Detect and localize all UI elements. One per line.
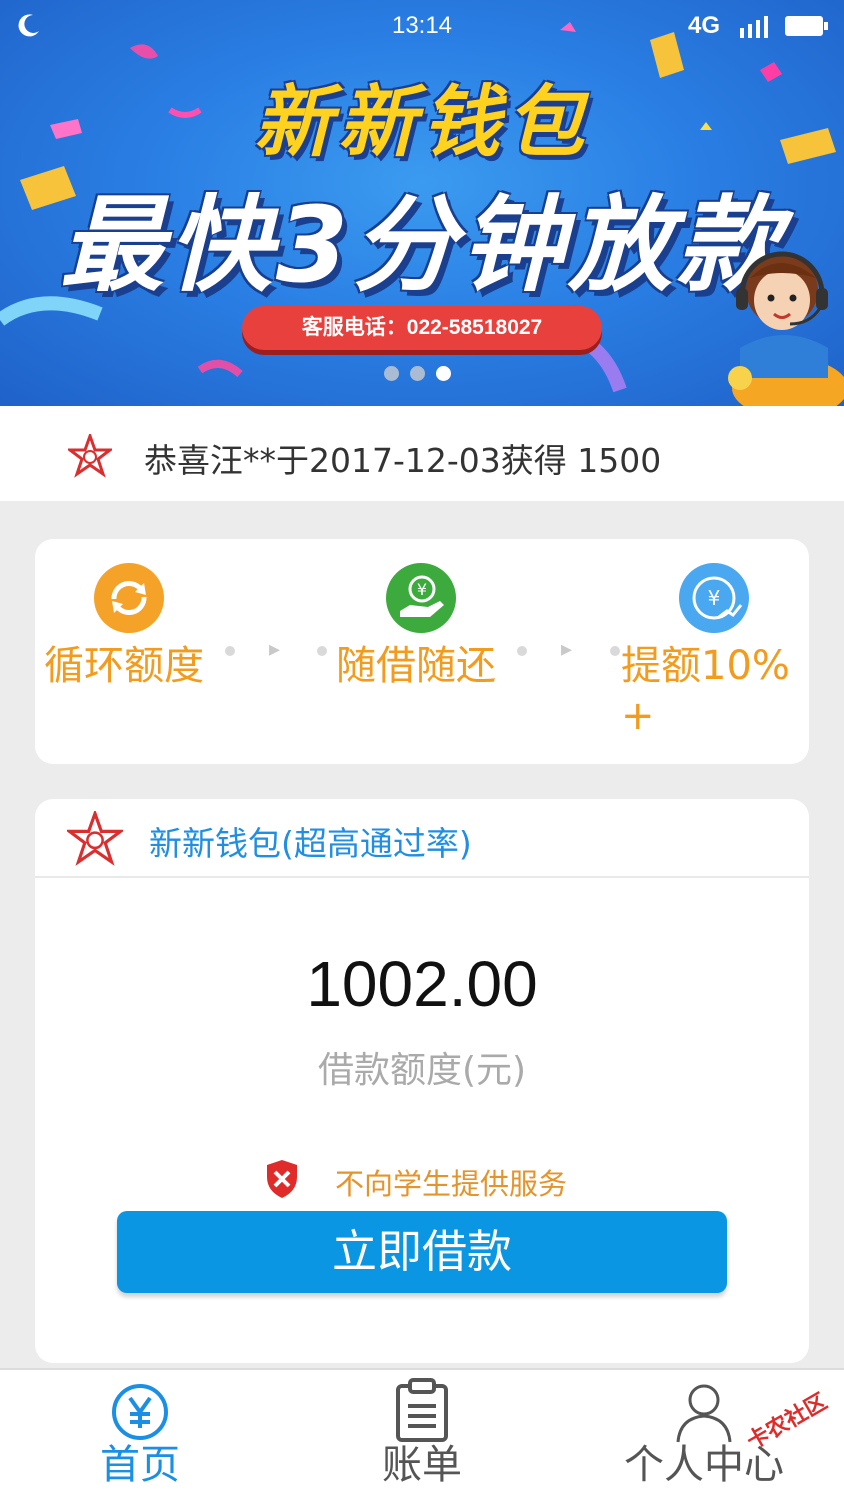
- promo-banner[interactable]: 13:14 4G 新新钱包 最快3分钟放款 客服电话：022-58518027: [0, 0, 844, 406]
- loan-amount-label: 借款额度(元): [317, 1050, 527, 1091]
- battery-icon: [785, 16, 828, 36]
- feature-label-flexible-repay: 随借随还: [336, 643, 496, 689]
- shield-warning-icon: [267, 1160, 297, 1198]
- bottom-tab-bar: 首页 账单 个人中心: [0, 1368, 844, 1500]
- borrow-now-button[interactable]: 立即借款: [117, 1211, 727, 1293]
- tab-home-label: 首页: [100, 1442, 180, 1488]
- separator-dot: [610, 646, 620, 656]
- service-phone-pill[interactable]: 客服电话：022-58518027: [242, 306, 602, 350]
- feature-label-quota-increase: 提额10%+: [621, 643, 790, 739]
- signal-icon: [740, 16, 768, 38]
- tab-bills-label: 账单: [382, 1442, 462, 1488]
- tab-home[interactable]: 首页: [40, 1370, 240, 1500]
- carousel-indicator[interactable]: [384, 366, 464, 382]
- chevron-right-icon: ▸: [269, 637, 281, 662]
- yen-growth-icon: ¥: [679, 563, 749, 633]
- carousel-dot-active[interactable]: [436, 366, 451, 381]
- customer-service-agent-illustration: [728, 251, 844, 406]
- winner-notice-bar: 恭喜汪**于2017-12-03获得 1500: [0, 406, 844, 501]
- svg-text:¥: ¥: [417, 580, 427, 599]
- separator-dot: [225, 646, 235, 656]
- chevron-right-icon: ▸: [561, 637, 573, 662]
- refresh-icon: [94, 563, 164, 633]
- features-card: 循环额度 ¥ 随借随还 ¥ 提额10%+ ▸ ▸: [35, 539, 809, 764]
- carousel-dot[interactable]: [384, 366, 399, 381]
- status-bar: 13:14 4G: [0, 0, 844, 52]
- separator-dot: [517, 646, 527, 656]
- star-icon: [67, 811, 123, 866]
- banner-title: 新新钱包: [253, 78, 590, 168]
- tab-bills[interactable]: 账单: [322, 1370, 522, 1500]
- loan-amount: 1002.00: [306, 948, 538, 1020]
- yen-hand-icon: ¥: [386, 563, 456, 633]
- separator-dot: [317, 646, 327, 656]
- svg-text:¥: ¥: [708, 586, 721, 610]
- network-type: 4G: [688, 12, 721, 39]
- student-warning-text: 不向学生提供服务: [335, 1167, 568, 1201]
- loan-product-card: 新新钱包(超高通过率) 1002.00 借款额度(元) 不向学生提供服务 立即借…: [35, 799, 809, 1363]
- product-title: 新新钱包(超高通过率): [149, 824, 472, 863]
- feature-label-cycle-quota: 循环额度: [44, 643, 204, 689]
- banner-subtitle: 最快3分钟放款: [59, 184, 785, 306]
- notice-text: 恭喜汪**于2017-12-03获得 1500: [144, 441, 662, 480]
- product-header: 新新钱包(超高通过率): [35, 799, 809, 878]
- star-icon: [68, 434, 112, 478]
- carousel-dot[interactable]: [410, 366, 425, 381]
